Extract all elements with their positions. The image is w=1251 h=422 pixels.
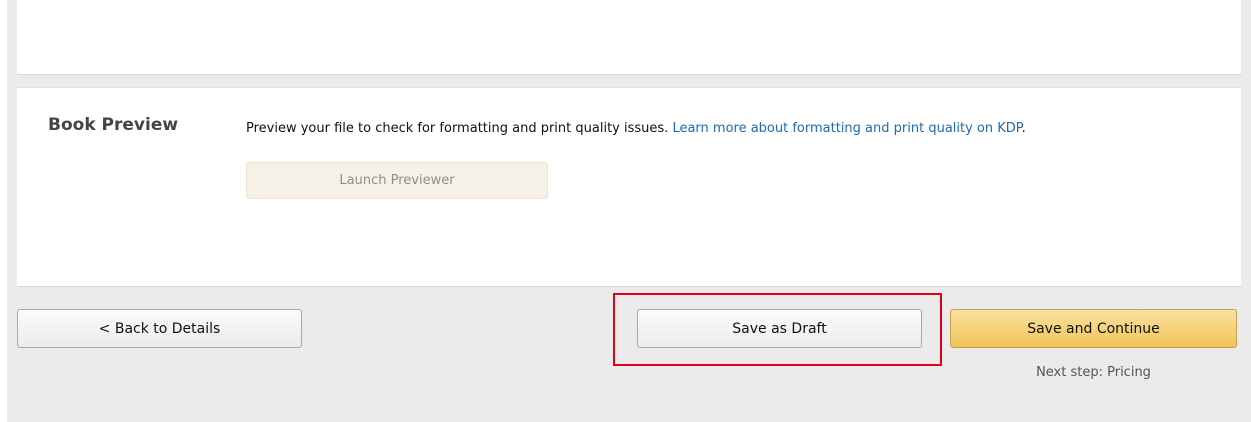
book-preview-title: Book Preview [48,115,179,135]
book-preview-description: Preview your file to check for formattin… [246,121,1026,136]
description-period: . [1021,121,1026,136]
launch-previewer-button[interactable]: Launch Previewer [246,162,548,199]
book-preview-section: Book Preview Preview your file to check … [17,87,1241,287]
learn-more-link[interactable]: Learn more about formatting and print qu… [672,121,1021,136]
back-to-details-button[interactable]: < Back to Details [17,309,302,348]
save-and-continue-button[interactable]: Save and Continue [950,309,1237,348]
next-step-label: Next step: Pricing [1036,365,1151,380]
highlight-box [613,293,942,366]
book-preview-description-text: Preview your file to check for formattin… [246,121,669,136]
previous-section-panel [17,0,1241,75]
